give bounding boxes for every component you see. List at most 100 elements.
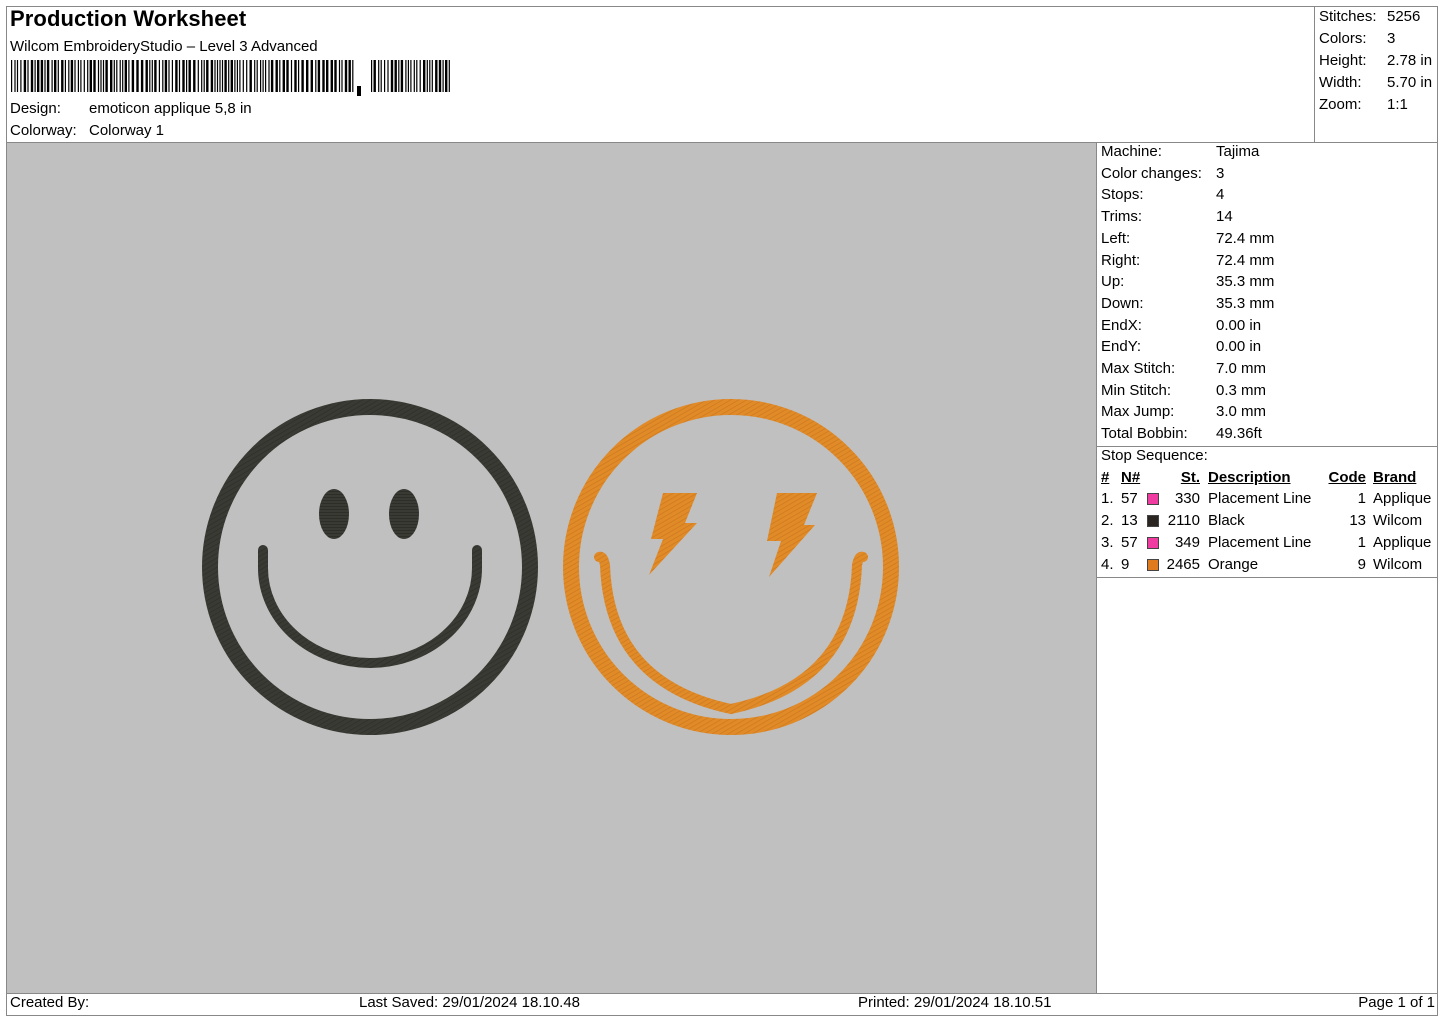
orange-smile bbox=[594, 551, 868, 715]
thread-description: Placement Line bbox=[1208, 490, 1312, 507]
machine-info-label: Max Stitch: bbox=[1101, 360, 1176, 377]
machine-info-value: 0.00 in bbox=[1216, 338, 1262, 356]
summary-value: 1:1 bbox=[1387, 96, 1408, 113]
design-label: Design: bbox=[10, 100, 61, 117]
machine-info-row: Max Stitch: 7.0 mm bbox=[1101, 360, 1266, 380]
machine-info-value: 72.4 mm bbox=[1216, 229, 1275, 247]
machine-info-row: Left: 72.4 mm bbox=[1101, 229, 1274, 250]
divider bbox=[1096, 577, 1438, 578]
machine-info-value: 7.0 mm bbox=[1216, 360, 1267, 377]
stop-index: 3. bbox=[1101, 534, 1114, 551]
summary-value: 5256 bbox=[1387, 8, 1421, 25]
black-right-eye bbox=[389, 489, 419, 539]
summary-label: Zoom: bbox=[1319, 96, 1362, 113]
stitch-count: 2110 bbox=[1167, 512, 1200, 529]
thread-description: Placement Line bbox=[1208, 534, 1312, 551]
needle-number: 57 bbox=[1121, 534, 1138, 551]
machine-info-label: Color changes: bbox=[1101, 164, 1202, 182]
machine-info-label: EndY: bbox=[1101, 338, 1142, 356]
summary-label: Colors: bbox=[1319, 30, 1367, 47]
machine-info-value: 35.3 mm bbox=[1216, 273, 1275, 291]
black-smiley bbox=[202, 399, 538, 735]
summary-row: Width: 5.70 in bbox=[1319, 74, 1432, 94]
machine-info-row: Total Bobbin: 49.36ft bbox=[1101, 425, 1262, 445]
machine-info-row: Trims: 14 bbox=[1101, 208, 1233, 228]
thread-brand: Wilcom bbox=[1373, 512, 1423, 529]
created-by: Created By: bbox=[10, 994, 90, 1011]
machine-info-row: Up: 35.3 mm bbox=[1101, 273, 1274, 293]
machine-info-label: EndX: bbox=[1101, 316, 1142, 334]
summary-row: Zoom: 1:1 bbox=[1319, 96, 1408, 116]
machine-info-value: 3 bbox=[1216, 164, 1225, 182]
thread-code: 1 bbox=[1357, 534, 1366, 551]
printed-date: Printed: 29/01/2024 18.10.51 bbox=[858, 994, 1052, 1011]
stop-index: 2. bbox=[1101, 512, 1114, 529]
summary-value: 3 bbox=[1387, 30, 1396, 47]
column-header: St. bbox=[1180, 469, 1200, 486]
black-left-eye bbox=[319, 489, 349, 539]
color-swatch bbox=[1147, 493, 1159, 505]
design-artwork bbox=[202, 399, 899, 735]
software-name: Wilcom EmbroideryStudio – Level 3 Advanc… bbox=[10, 38, 318, 55]
summary-label: Width: bbox=[1319, 74, 1362, 91]
machine-info-label: Left: bbox=[1101, 229, 1131, 247]
machine-info-label: Total Bobbin: bbox=[1101, 425, 1188, 443]
machine-info-label: Stops: bbox=[1101, 186, 1144, 204]
page-title: Production Worksheet bbox=[10, 6, 247, 31]
page-number: Page 1 of 1 bbox=[1358, 994, 1435, 1011]
thread-brand: Wilcom bbox=[1373, 556, 1423, 573]
orange-smiley bbox=[563, 399, 899, 735]
summary-row: Height: 2.78 in bbox=[1319, 52, 1432, 72]
thread-description: Orange bbox=[1208, 556, 1259, 573]
thread-description: Black bbox=[1208, 512, 1245, 529]
machine-info-value: 0.3 mm bbox=[1216, 381, 1267, 399]
machine-info-row: EndX: 0.00 in bbox=[1101, 316, 1261, 337]
stop-index: 1. bbox=[1101, 490, 1114, 507]
machine-info-label: Down: bbox=[1101, 294, 1144, 312]
machine-info-row: EndY: 0.00 in bbox=[1101, 338, 1261, 358]
orange-right-bolt bbox=[767, 493, 817, 577]
orange-face-ring bbox=[563, 399, 899, 735]
summary-label: Stitches: bbox=[1319, 8, 1377, 25]
column-header: N# bbox=[1121, 469, 1141, 486]
machine-info-label: Trims: bbox=[1101, 208, 1143, 226]
thread-code: 13 bbox=[1349, 512, 1366, 529]
column-header: Description bbox=[1208, 469, 1291, 486]
barcode bbox=[11, 60, 450, 96]
summary-value: 2.78 in bbox=[1387, 52, 1433, 69]
thread-brand: Applique bbox=[1373, 490, 1432, 507]
machine-info-value: 14 bbox=[1216, 208, 1233, 226]
stop-index: 4. bbox=[1101, 556, 1114, 573]
colorway-label: Colorway: bbox=[10, 122, 77, 139]
summary-row: Stitches: 5256 bbox=[1319, 8, 1420, 28]
thread-code: 1 bbox=[1357, 490, 1366, 507]
color-swatch bbox=[1147, 559, 1159, 571]
design-preview bbox=[7, 143, 1096, 993]
machine-info-label: Up: bbox=[1101, 273, 1125, 291]
color-swatch bbox=[1147, 515, 1159, 527]
machine-info-row: Min Stitch: 0.3 mm bbox=[1101, 381, 1266, 402]
machine-info-label: Max Jump: bbox=[1101, 403, 1175, 421]
machine-info-row: Down: 35.3 mm bbox=[1101, 294, 1274, 315]
thread-brand: Applique bbox=[1373, 534, 1432, 551]
colorway-value: Colorway 1 bbox=[89, 122, 165, 139]
stitch-count: 330 bbox=[1174, 490, 1200, 507]
needle-number: 57 bbox=[1121, 490, 1138, 507]
needle-number: 9 bbox=[1121, 556, 1130, 573]
last-saved: Last Saved: 29/01/2024 18.10.48 bbox=[359, 994, 581, 1011]
black-smile bbox=[258, 545, 482, 668]
machine-info-label: Right: bbox=[1101, 251, 1141, 269]
summary-value: 5.70 in bbox=[1387, 74, 1433, 91]
machine-info-row: Max Jump: 3.0 mm bbox=[1101, 403, 1266, 423]
column-header: Code bbox=[1328, 469, 1367, 486]
stitch-count: 2465 bbox=[1166, 556, 1200, 573]
machine-info-value: Tajima bbox=[1216, 143, 1260, 160]
summary-row: Colors: 3 bbox=[1319, 30, 1395, 50]
divider bbox=[6, 993, 1438, 994]
machine-info-value: 4 bbox=[1216, 186, 1225, 204]
stitch-count: 349 bbox=[1174, 534, 1200, 551]
machine-info-label: Min Stitch: bbox=[1101, 381, 1172, 399]
divider bbox=[1314, 6, 1315, 143]
machine-info-row: Right: 72.4 mm bbox=[1101, 251, 1274, 272]
machine-info-row: Stops: 4 bbox=[1101, 186, 1224, 206]
